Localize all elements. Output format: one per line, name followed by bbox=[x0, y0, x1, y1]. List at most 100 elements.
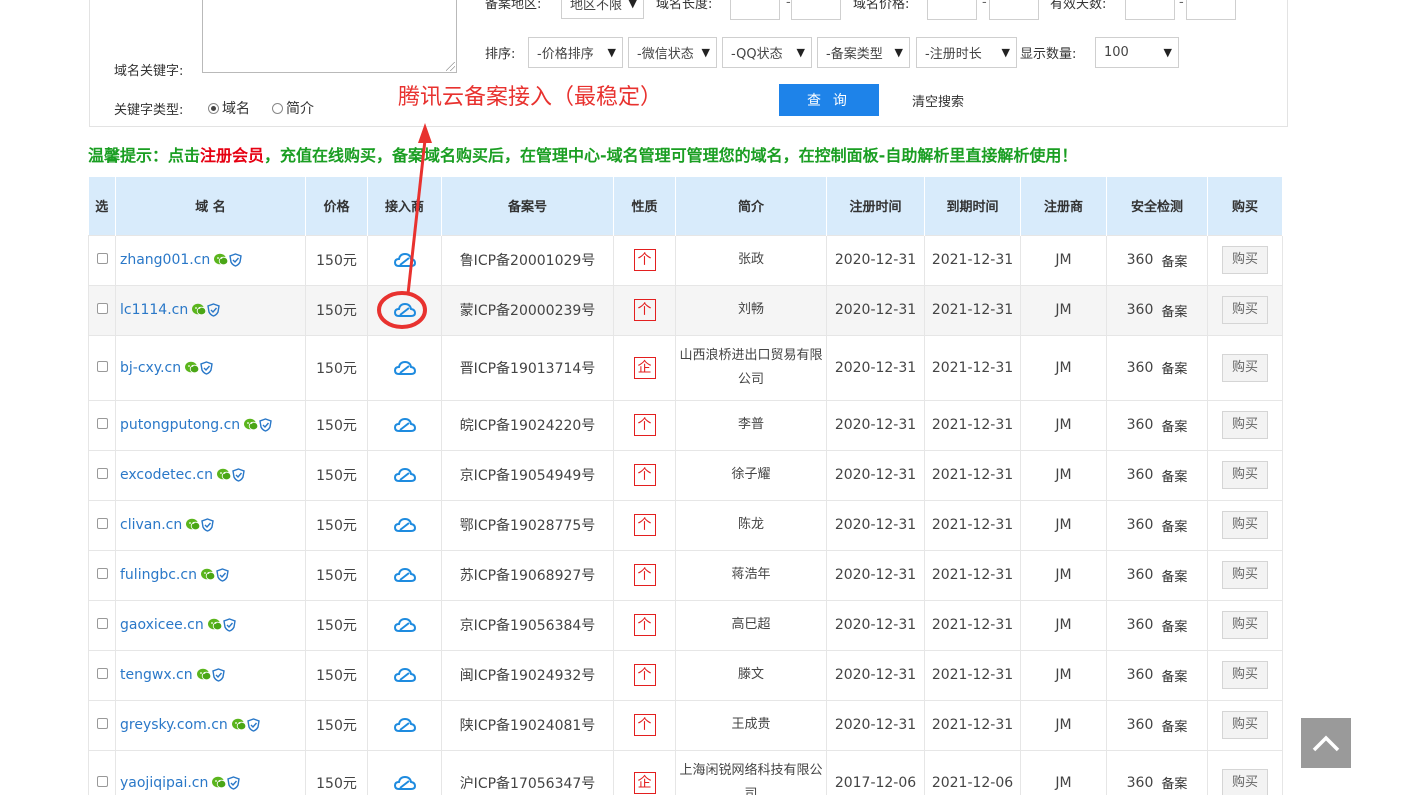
query-button[interactable]: 查 询 bbox=[779, 84, 879, 116]
valid-days-min-input[interactable] bbox=[1125, 0, 1175, 20]
sort-price-select[interactable]: -价格排序 ▼ bbox=[528, 37, 623, 68]
row-checkbox[interactable] bbox=[96, 360, 108, 372]
domain-link[interactable]: lc1114.cn bbox=[120, 302, 188, 318]
safety-check[interactable]: 360 备案 bbox=[1127, 516, 1188, 535]
row-checkbox[interactable] bbox=[96, 668, 108, 679]
buy-button[interactable]: 购买 bbox=[1222, 353, 1268, 382]
display-count-value: 100 bbox=[1104, 45, 1129, 60]
buy-button[interactable]: 购买 bbox=[1222, 768, 1268, 795]
sort-wechat-select[interactable]: -微信状态 ▼ bbox=[628, 37, 717, 68]
buy-button[interactable]: 购买 bbox=[1222, 296, 1268, 324]
domain-link[interactable]: yaojiqipai.cn bbox=[120, 775, 208, 791]
tencent-cloud-icon bbox=[393, 617, 416, 632]
registrar-cell: JM bbox=[1020, 449, 1107, 501]
safety-check[interactable]: 360 备案 bbox=[1127, 416, 1188, 435]
domain-cell: putongputong.cn bbox=[115, 399, 306, 451]
access-provider-cell bbox=[367, 449, 442, 501]
price-cell: 150元 bbox=[305, 284, 368, 336]
row-checkbox[interactable] bbox=[96, 418, 108, 429]
domain-length-max-input[interactable] bbox=[791, 0, 841, 20]
safety-check[interactable]: 360 备案 bbox=[1127, 666, 1188, 685]
row-checkbox[interactable] bbox=[96, 718, 108, 729]
nature-badge: 个 bbox=[633, 714, 656, 736]
safety-check[interactable]: 360 备案 bbox=[1127, 616, 1188, 635]
domain-length-min-input[interactable] bbox=[730, 0, 780, 20]
buy-cell: 购买 bbox=[1207, 599, 1283, 651]
buy-button[interactable]: 购买 bbox=[1222, 711, 1268, 739]
keyword-textarea[interactable] bbox=[202, 0, 457, 73]
row-checkbox[interactable] bbox=[96, 518, 108, 529]
row-checkbox[interactable] bbox=[96, 618, 108, 629]
table-header-cell: 注册商 bbox=[1020, 177, 1107, 235]
chevron-down-icon: ▼ bbox=[999, 46, 1010, 59]
buy-button[interactable]: 购买 bbox=[1222, 461, 1268, 489]
registrar-cell: JM bbox=[1020, 284, 1107, 336]
price-cell: 150元 bbox=[305, 334, 368, 401]
buy-button[interactable]: 购买 bbox=[1222, 511, 1268, 539]
radio-intro[interactable]: 简介 bbox=[272, 98, 314, 118]
buy-button[interactable]: 购买 bbox=[1222, 561, 1268, 589]
tencent-cloud-icon bbox=[393, 302, 416, 317]
domain-link[interactable]: tengwx.cn bbox=[120, 667, 193, 683]
radio-dot[interactable] bbox=[272, 102, 283, 114]
radio-dot-checked[interactable] bbox=[208, 102, 219, 114]
safety-check[interactable]: 360 备案 bbox=[1127, 566, 1188, 585]
reg-date-cell: 2020-12-31 bbox=[826, 649, 925, 701]
back-to-top-button[interactable] bbox=[1301, 718, 1351, 768]
row-checkbox[interactable] bbox=[96, 303, 108, 314]
sort-icp-type-select[interactable]: -备案类型 ▼ bbox=[817, 37, 910, 68]
safety-check[interactable]: 360 备案 bbox=[1127, 716, 1188, 735]
row-checkbox[interactable] bbox=[96, 253, 108, 264]
safety-360: 360 bbox=[1126, 467, 1154, 483]
display-count-select[interactable]: 100 ▼ bbox=[1095, 37, 1179, 68]
domain-link[interactable]: gaoxicee.cn bbox=[120, 617, 204, 633]
domain-link[interactable]: bj-cxy.cn bbox=[120, 360, 181, 376]
table-row: zhang001.cn 150元 鲁ICP备20001029号个张政 2020-12-… bbox=[88, 234, 1283, 286]
buy-button[interactable]: 购买 bbox=[1222, 661, 1268, 689]
buy-button[interactable]: 购买 bbox=[1222, 411, 1268, 439]
sort-reg-length-select[interactable]: -注册时长 ▼ bbox=[916, 37, 1017, 68]
domain-link[interactable]: fulingbc.cn bbox=[120, 567, 197, 583]
domain-link[interactable]: excodetec.cn bbox=[120, 467, 213, 483]
safety-check[interactable]: 360 备案 bbox=[1127, 358, 1188, 378]
radio-domain[interactable]: 域名 bbox=[208, 98, 250, 118]
nature-cell: 个 bbox=[613, 284, 676, 336]
clear-search-button[interactable]: 清空搜索 bbox=[912, 91, 964, 110]
intro-cell: 张政 bbox=[675, 234, 827, 286]
buy-button[interactable]: 购买 bbox=[1222, 246, 1268, 274]
buy-button[interactable]: 购买 bbox=[1222, 611, 1268, 639]
row-checkbox[interactable] bbox=[96, 568, 108, 579]
select-cell bbox=[88, 699, 116, 751]
safety-check[interactable]: 360 备案 bbox=[1127, 301, 1188, 320]
nature-cell: 个 bbox=[613, 234, 676, 286]
table-header-cell: 简介 bbox=[675, 177, 827, 235]
domain-price-min-input[interactable] bbox=[927, 0, 977, 20]
register-link[interactable]: 注册会员 bbox=[200, 146, 264, 165]
resize-grip-icon[interactable] bbox=[446, 62, 455, 71]
domain-price-max-input[interactable] bbox=[989, 0, 1039, 20]
select-cell bbox=[88, 749, 116, 795]
sort-qq-select[interactable]: -QQ状态 ▼ bbox=[722, 37, 812, 68]
region-select[interactable]: 地区不限 ▼ bbox=[561, 0, 644, 19]
safety-cell: 360 备案 bbox=[1106, 499, 1208, 551]
row-checkbox[interactable] bbox=[96, 775, 108, 787]
access-provider-cell bbox=[367, 749, 442, 795]
tip-prefix: 温馨提示：点击 bbox=[88, 146, 201, 165]
domain-length-label: 域名长度: bbox=[656, 0, 713, 12]
domain-link[interactable]: greysky.com.cn bbox=[120, 717, 228, 733]
region-label: 备案地区: bbox=[485, 0, 542, 12]
domain-link[interactable]: zhang001.cn bbox=[120, 252, 210, 268]
domain-link[interactable]: putongputong.cn bbox=[120, 417, 240, 433]
safety-check[interactable]: 360 备案 bbox=[1127, 466, 1188, 485]
registrar-cell: JM bbox=[1020, 649, 1107, 701]
safety-check[interactable]: 360 备案 bbox=[1127, 773, 1188, 793]
row-checkbox[interactable] bbox=[96, 468, 108, 479]
icp-number-cell: 鄂ICP备19028775号 bbox=[441, 499, 614, 551]
domain-link[interactable]: clivan.cn bbox=[120, 517, 182, 533]
safety-check[interactable]: 360 备案 bbox=[1127, 251, 1188, 270]
safety-cell: 360 备案 bbox=[1106, 449, 1208, 501]
safety-cell: 360 备案 bbox=[1106, 284, 1208, 336]
safety-icp-tag: 备案 bbox=[1161, 777, 1188, 792]
intro-cell: 滕文 bbox=[675, 649, 827, 701]
valid-days-max-input[interactable] bbox=[1186, 0, 1236, 20]
